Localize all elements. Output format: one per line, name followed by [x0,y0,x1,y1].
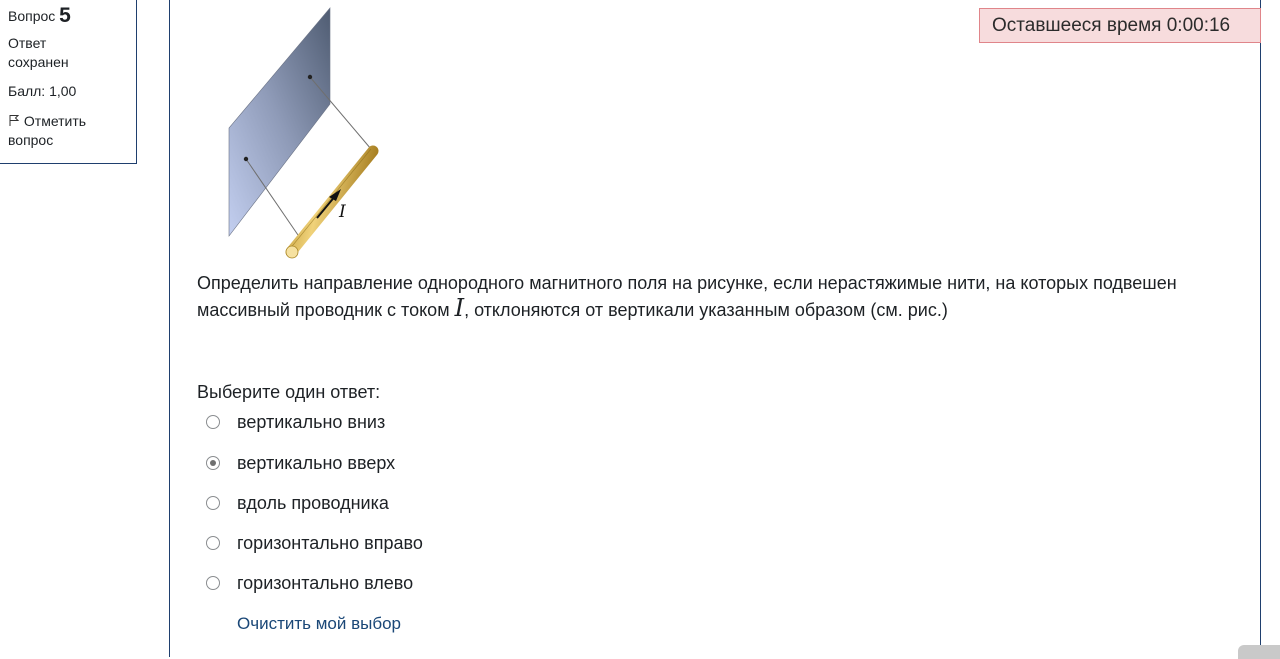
answer-option[interactable]: горизонтально влево [206,570,706,596]
answer-option-label: вдоль проводника [237,492,389,513]
radio-button[interactable] [206,496,220,510]
flag-question-label: Отметить вопрос [8,113,87,148]
conductor-rod-edge [288,148,372,251]
answer-option[interactable]: вертикально вниз [206,409,706,435]
question-text-after: , отклоняются от вертикали указанным обр… [464,300,948,320]
answer-option[interactable]: вдоль проводника [206,490,706,516]
flag-icon [9,115,20,126]
conductor-end [285,245,299,259]
radio-button-selected[interactable] [206,456,220,470]
question-text: Определить направление однородного магни… [197,270,1242,324]
question-state: Ответ сохранен [8,35,69,70]
conductor-rod [285,145,379,258]
question-info-panel: Вопрос 5 Ответ сохранен Балл: 1,00 Отмет… [0,0,137,164]
quiz-timer: Оставшееся время 0:00:16 [979,8,1261,43]
clear-choice-link[interactable]: Очистить мой выбор [237,614,401,634]
question-figure: I [228,7,379,259]
question-label: Вопрос [8,8,56,24]
plane [228,7,331,237]
answer-option[interactable]: вертикально вверх [206,450,706,476]
current-label: I [338,202,346,222]
question-content: Оставшееся время 0:00:16 I Определить на… [169,0,1261,657]
anchor-point-lower [243,156,249,162]
answer-prompt: Выберите один ответ: [197,382,381,402]
answer-option-label: горизонтально вправо [237,532,423,553]
answer-option-label: горизонтально влево [237,572,414,593]
question-number-row: Вопрос 5 [8,5,128,26]
flag-question-button[interactable]: Отметить вопрос [8,112,128,150]
question-grade: Балл: 1,00 [8,83,77,99]
answer-option-label: вертикально вниз [237,411,386,432]
radio-button[interactable] [206,576,220,590]
radio-button[interactable] [206,415,220,429]
answer-option[interactable]: горизонтально вправо [206,530,706,556]
current-symbol: I [454,294,465,322]
anchor-point-upper [307,74,313,80]
question-number: 5 [59,4,71,27]
radio-button[interactable] [206,536,220,550]
answer-option-label: вертикально вверх [237,452,396,473]
